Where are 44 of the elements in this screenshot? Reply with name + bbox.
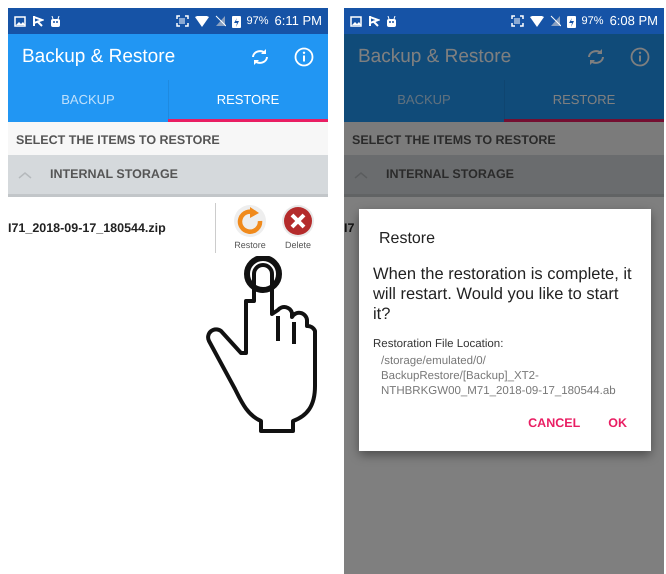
app-title: Backup & Restore [358, 44, 512, 69]
sync-icon[interactable] [250, 48, 270, 66]
location-path: /storage/emulated/0/ BackupRestore/[Backup]_XT2- NTHBRKGW00_M71_2018-09-17_180544.ab [380, 354, 617, 398]
no-sim-icon [550, 15, 561, 27]
robot-icon [50, 16, 61, 26]
group-header[interactable]: INTERNAL STORAGE [8, 155, 328, 197]
group-title: INTERNAL STORAGE [386, 166, 514, 184]
wifi-icon [530, 16, 544, 26]
group-title: INTERNAL STORAGE [50, 166, 178, 184]
battery-percent: 97% [582, 14, 604, 29]
file-name: I71_2018-09-17_180544.zip [8, 220, 167, 237]
app-title: Backup & Restore [22, 44, 176, 69]
battery-icon [566, 14, 576, 28]
info-icon[interactable] [294, 47, 314, 67]
flag-icon [368, 15, 380, 27]
location-label: Restoration File Location: [373, 337, 504, 352]
file-name: I7 [344, 220, 356, 237]
battery-percent: 97% [246, 14, 269, 29]
close-icon [281, 204, 315, 238]
section-header: SELECT THE ITEMS TO RESTORE [8, 122, 328, 155]
image-icon [14, 16, 26, 26]
wifi-icon [194, 16, 209, 26]
refresh-icon [233, 204, 267, 238]
action-button[interactable]: Restore [226, 204, 274, 252]
image-icon [350, 16, 362, 26]
clock: 6:11 PM [274, 12, 322, 30]
sync-icon[interactable] [586, 48, 606, 66]
flag-icon [32, 15, 44, 27]
scan-icon [176, 15, 189, 27]
group-header[interactable]: INTERNAL STORAGE [344, 155, 664, 197]
battery-icon [232, 14, 241, 28]
dialog-message: When the restoration is complete, it will restart. Would you like to start it? [373, 265, 633, 324]
info-icon[interactable] [630, 47, 650, 67]
robot-icon [386, 16, 397, 26]
dialog-button[interactable]: OK [598, 408, 637, 440]
chevron-up-icon [18, 170, 32, 178]
scan-icon [510, 15, 524, 27]
clock: 6:08 PM [610, 12, 658, 30]
dialog-title: Restore [378, 229, 436, 249]
action-button[interactable]: Delete [274, 204, 322, 252]
no-sim-icon [214, 15, 226, 27]
section-header: SELECT THE ITEMS TO RESTORE [344, 122, 664, 155]
tab[interactable]: BACKUP [8, 80, 168, 122]
dialog-button[interactable]: CANCEL [518, 408, 590, 440]
